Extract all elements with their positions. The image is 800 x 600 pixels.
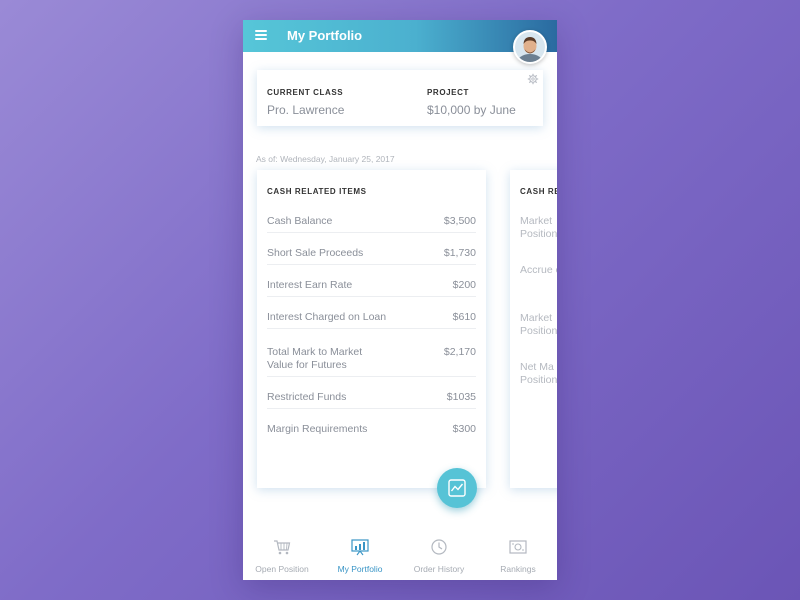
row-label: Total Mark to Market Value for Futures	[267, 346, 363, 371]
row-value: $1,730	[443, 247, 476, 259]
row-value: $300	[452, 423, 476, 435]
tab-label: My Portfolio	[337, 564, 383, 574]
cash-related-items-card[interactable]: CASH RELATED ITEMS Cash Balance $3,500 S…	[257, 170, 486, 488]
row-label: Interest Earn Rate	[267, 279, 353, 291]
phone-screen: My Portfolio CURRENT CLASS Pro. Lawrence…	[243, 20, 557, 580]
tab-rankings[interactable]: Rankings	[479, 530, 557, 580]
chart-icon	[448, 479, 466, 497]
list-item: Net Ma Position	[520, 361, 557, 386]
row-divider	[267, 264, 476, 265]
gear-icon[interactable]	[527, 72, 539, 85]
rankings-icon	[509, 540, 527, 554]
row-label: Restricted Funds	[267, 391, 347, 403]
row-value: $1035	[446, 391, 476, 403]
card-title: CASH RELATED ITEMS	[267, 187, 367, 196]
row-value: $3,500	[443, 215, 476, 227]
tab-label: Open Position	[255, 564, 309, 574]
tab-label: Order History	[413, 564, 465, 574]
row-label: Cash Balance	[267, 215, 333, 227]
row-label: Short Sale Proceeds	[267, 247, 364, 259]
cart-icon	[274, 540, 291, 555]
list-item: Accrue on Bon	[520, 264, 557, 276]
next-card-peek[interactable]: CASH RE Market Position Accrue on Bon Ma…	[510, 170, 557, 488]
row-divider	[267, 296, 476, 297]
top-app-bar: My Portfolio	[243, 20, 557, 52]
row-value: $2,170	[443, 346, 476, 358]
row-divider	[267, 408, 476, 409]
current-class-label: CURRENT CLASS	[267, 88, 344, 97]
tab-open-position[interactable]: Open Position	[243, 530, 321, 580]
project-label: PROJECT	[427, 88, 469, 97]
project-value: $10,000 by June	[427, 103, 516, 117]
row-divider	[267, 328, 476, 329]
row-label: Margin Requirements	[267, 423, 368, 435]
class-summary-card: CURRENT CLASS Pro. Lawrence PROJECT $10,…	[257, 70, 543, 126]
as-of-date: As of: Wednesday, January 25, 2017	[256, 154, 395, 164]
list-item: Market Position	[520, 312, 557, 337]
row-label: Interest Charged on Loan	[267, 311, 387, 323]
bottom-tab-bar: Open Position My Portfolio Order History	[243, 530, 557, 580]
row-value: $200	[452, 279, 476, 291]
row-divider	[267, 376, 476, 377]
clock-icon	[431, 539, 447, 555]
hamburger-menu-icon[interactable]	[255, 30, 267, 40]
tab-label: Rankings	[500, 564, 536, 574]
user-avatar[interactable]	[513, 30, 547, 64]
current-class-value: Pro. Lawrence	[267, 103, 345, 117]
row-value: $610	[452, 311, 476, 323]
chart-fab-button[interactable]	[437, 468, 477, 508]
tab-order-history[interactable]: Order History	[400, 530, 478, 580]
row-divider	[267, 232, 476, 233]
portfolio-chart-icon	[351, 539, 369, 556]
page-title: My Portfolio	[287, 28, 363, 43]
tab-my-portfolio[interactable]: My Portfolio	[321, 530, 399, 580]
list-item: Market Position	[520, 215, 557, 240]
card-title: CASH RE	[520, 187, 557, 196]
